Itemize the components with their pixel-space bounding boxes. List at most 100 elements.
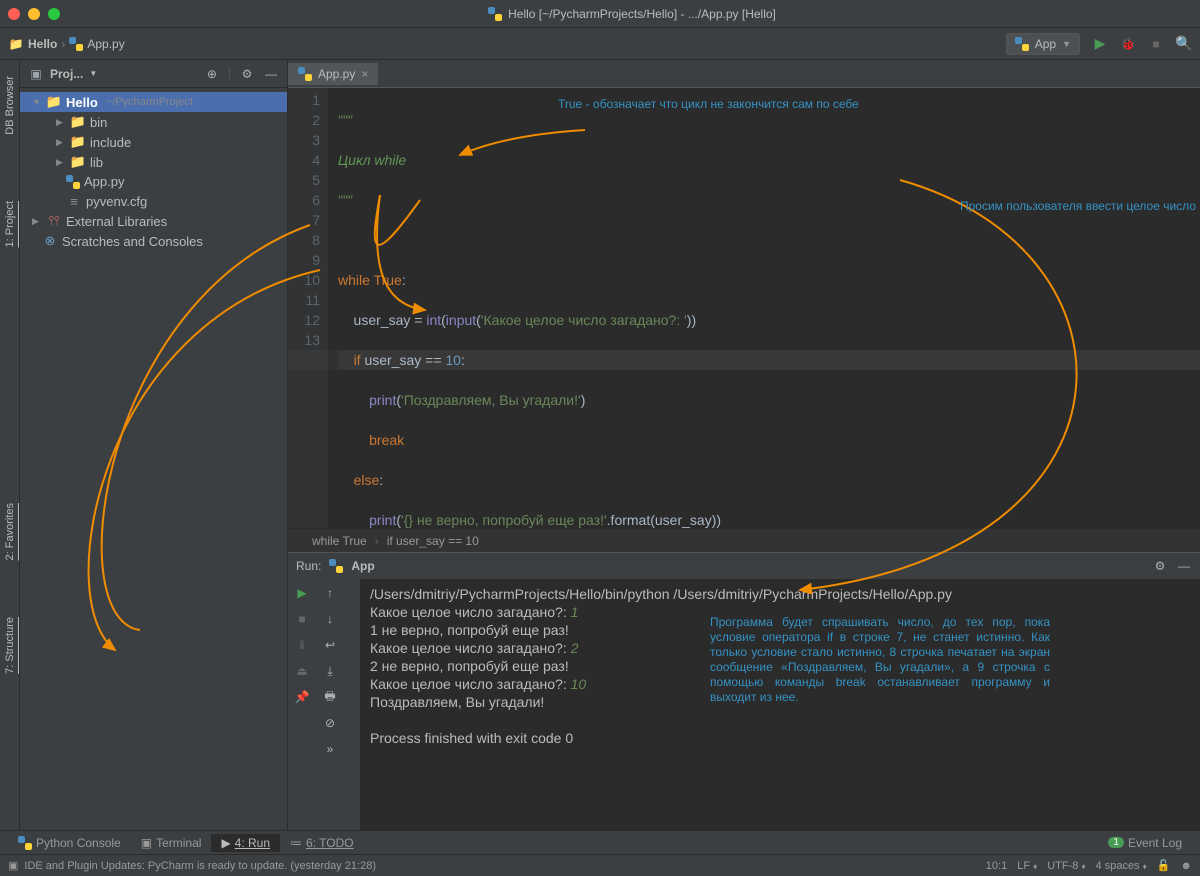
console-line: Какое целое число загадано?: 1 — [370, 603, 1190, 621]
tree-file-pyvenv[interactable]: ≡ pyvenv.cfg — [20, 191, 287, 211]
close-tab-icon[interactable]: × — [361, 67, 368, 81]
stop-button[interactable]: ■ — [294, 611, 310, 627]
cursor-position[interactable]: 10:1 — [986, 860, 1007, 872]
exit-button[interactable]: ⏏ — [294, 663, 310, 679]
tree-file-app[interactable]: App.py — [20, 172, 287, 191]
tree-root-label: Hello — [66, 95, 98, 110]
expand-arrow-icon[interactable]: ▶ — [56, 157, 66, 168]
divider: | — [228, 66, 231, 82]
console-line: /Users/dmitriy/PycharmProjects/Hello/bin… — [370, 585, 1190, 603]
tree-label: include — [90, 135, 131, 150]
breadcrumb-project[interactable]: Hello — [28, 37, 57, 51]
file-encoding[interactable]: UTF-8 ♦ — [1047, 860, 1085, 872]
python-file-icon — [298, 67, 312, 81]
debug-button[interactable]: 🐞 — [1120, 36, 1136, 52]
locate-icon[interactable]: ⊕ — [204, 66, 220, 82]
hide-icon[interactable]: — — [263, 66, 279, 82]
inspector-icon[interactable]: ☻ — [1180, 860, 1192, 872]
project-tool-icon: ▣ — [28, 66, 44, 82]
console-line: Какое целое число загадано?: 10 — [370, 675, 1190, 693]
run-config-selector[interactable]: App ▼ — [1006, 33, 1080, 55]
tree-folder-lib[interactable]: ▶ 📁 lib — [20, 152, 287, 172]
status-window-icon[interactable]: ▣ — [8, 859, 18, 872]
breadcrumb-file[interactable]: App.py — [87, 37, 124, 51]
tree-external-libs[interactable]: ▶ ⫯⫯ External Libraries — [20, 211, 287, 231]
tree-label: Scratches and Consoles — [62, 234, 203, 249]
tree-root[interactable]: ▼ 📁 Hello ~/PycharmProject — [20, 92, 287, 112]
editor-body[interactable]: 12345678910111213 """ Цикл while """ whi… — [288, 88, 1200, 528]
expand-arrow-icon[interactable]: ▶ — [56, 117, 66, 128]
python-icon — [1015, 37, 1029, 51]
run-config-name: App — [1035, 37, 1056, 51]
tree-label: External Libraries — [66, 214, 167, 229]
tree-root-path: ~/PycharmProject — [106, 96, 193, 108]
lock-icon[interactable]: 🔓 — [1157, 859, 1171, 872]
expand-arrow-icon[interactable]: ▶ — [56, 137, 66, 148]
code-content[interactable]: """ Цикл while """ while True: user_say … — [328, 88, 1200, 528]
expand-arrow-icon[interactable]: ▼ — [32, 97, 42, 107]
clear-icon[interactable]: ⊘ — [322, 715, 338, 731]
folder-icon: 📁 — [70, 114, 86, 130]
navigation-bar: 📁 Hello › App.py App ▼ ▶ 🐞 ■ 🔍 — [0, 28, 1200, 60]
console-line: 1 не верно, попробуй еще раз! — [370, 621, 1190, 639]
folder-icon: 📁 — [8, 36, 24, 52]
scroll-up-icon[interactable]: ↑ — [322, 585, 338, 601]
python-icon — [18, 836, 32, 850]
terminal-icon: ▣ — [141, 836, 152, 850]
window-title: Hello [~/PycharmProjects/Hello] - .../Ap… — [508, 7, 776, 21]
window-close-button[interactable] — [8, 8, 20, 20]
left-tool-strip: DB Browser 1: Project 2: Favorites 7: St… — [0, 60, 20, 830]
project-tab[interactable]: 1: Project — [2, 193, 18, 255]
pin-button[interactable]: 📌 — [294, 689, 310, 705]
console-line: Поздравляем, Вы угадали! — [370, 693, 1190, 711]
dropdown-icon[interactable]: ▼ — [89, 69, 97, 78]
indent-setting[interactable]: 4 spaces ♦ — [1096, 860, 1147, 872]
more-icon[interactable]: » — [322, 741, 338, 757]
console-line: 2 не верно, попробуй еще раз! — [370, 657, 1190, 675]
editor-area: App.py × 12345678910111213 """ Цикл whil… — [288, 60, 1200, 830]
tree-label: App.py — [84, 174, 124, 189]
print-icon[interactable]: 🖶 — [322, 689, 338, 705]
favorites-tab[interactable]: 2: Favorites — [2, 495, 18, 568]
python-console-tab[interactable]: Python Console — [8, 834, 131, 852]
titlebar: Hello [~/PycharmProjects/Hello] - .../Ap… — [0, 0, 1200, 28]
run-panel: Run: App ⚙ — ▶ ■ ‖ ⏏ 📌 ↑ — [288, 552, 1200, 830]
library-icon: ⫯⫯ — [46, 213, 62, 229]
expand-arrow-icon[interactable]: ▶ — [32, 216, 42, 227]
file-icon: ≡ — [66, 193, 82, 209]
rerun-button[interactable]: ▶ — [294, 585, 310, 601]
todo-icon: ≔ — [290, 836, 302, 850]
structure-tab[interactable]: 7: Structure — [2, 609, 18, 682]
folder-icon: 📁 — [70, 134, 86, 150]
tree-folder-include[interactable]: ▶ 📁 include — [20, 132, 287, 152]
python-icon — [329, 559, 343, 573]
dropdown-arrow-icon: ▼ — [1062, 39, 1071, 49]
line-separator[interactable]: LF ♦ — [1017, 860, 1037, 872]
console-output[interactable]: /Users/dmitriy/PycharmProjects/Hello/bin… — [360, 579, 1200, 830]
event-log-tab[interactable]: 1 Event Log — [1098, 834, 1192, 852]
window-minimize-button[interactable] — [28, 8, 40, 20]
tree-folder-bin[interactable]: ▶ 📁 bin — [20, 112, 287, 132]
status-message: IDE and Plugin Updates: PyCharm is ready… — [24, 860, 376, 872]
sidebar-title: Proj... — [50, 67, 83, 81]
search-button[interactable]: 🔍 — [1176, 36, 1192, 52]
todo-tab[interactable]: ≔ 6: TODO — [280, 834, 364, 852]
project-sidebar: ▣ Proj... ▼ ⊕ | ⚙ — ▼ 📁 Hello ~/PycharmP… — [20, 60, 288, 830]
window-maximize-button[interactable] — [48, 8, 60, 20]
stop-button[interactable]: ■ — [1148, 36, 1164, 52]
tree-scratches[interactable]: ⊗ Scratches and Consoles — [20, 231, 287, 251]
run-tab[interactable]: ▶ 4: Run — [211, 834, 280, 852]
editor-tabs: App.py × — [288, 60, 1200, 88]
run-button[interactable]: ▶ — [1092, 36, 1108, 52]
pause-button[interactable]: ‖ — [294, 637, 310, 653]
play-icon: ▶ — [221, 836, 230, 850]
terminal-tab[interactable]: ▣ Terminal — [131, 834, 212, 852]
status-bar: ▣ IDE and Plugin Updates: PyCharm is rea… — [0, 854, 1200, 876]
pycharm-icon — [488, 7, 502, 21]
soft-wrap-icon[interactable]: ↩ — [322, 637, 338, 653]
db-browser-tab[interactable]: DB Browser — [2, 68, 18, 143]
editor-tab-app[interactable]: App.py × — [288, 63, 378, 85]
gear-icon[interactable]: ⚙ — [239, 66, 255, 82]
scroll-to-end-icon[interactable]: ⤓ — [322, 663, 338, 679]
scroll-down-icon[interactable]: ↓ — [322, 611, 338, 627]
